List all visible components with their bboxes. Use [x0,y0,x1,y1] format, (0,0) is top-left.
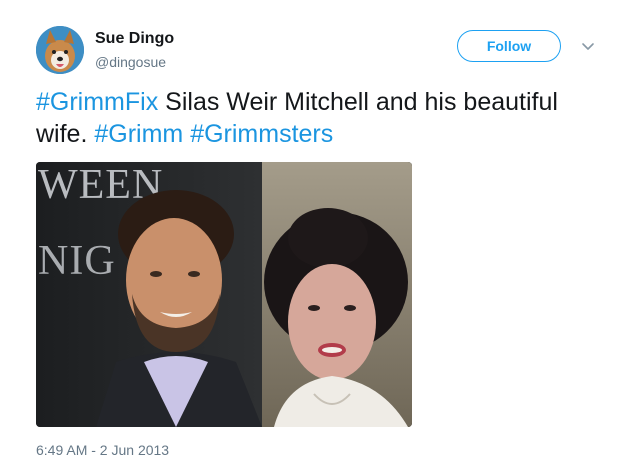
poster-lettering: NIG [38,238,116,284]
chevron-down-icon[interactable] [580,38,596,54]
tweet-photo[interactable]: WEEN NIG [36,162,412,427]
hashtag-link[interactable]: #GrimmFix [36,88,158,116]
tweet-header: Sue Dingo @dingosue Follow [36,24,602,76]
hashtag-link[interactable]: #Grimm [94,120,183,148]
user-handle[interactable]: @dingosue [95,54,166,70]
tweet-text: #GrimmFix Silas Weir Mitchell and his be… [36,86,596,150]
avatar[interactable] [36,26,84,74]
tweet-card: Sue Dingo @dingosue Follow #GrimmFix Sil… [0,0,634,466]
follow-button[interactable]: Follow [457,30,561,62]
dog-avatar-icon [36,26,84,74]
hashtag-link[interactable]: #Grimmsters [190,120,333,148]
user-display-name[interactable]: Sue Dingo [95,30,174,48]
tweet-timestamp[interactable]: 6:49 AM - 2 Jun 2013 [36,442,169,458]
photo-image: WEEN NIG [36,162,412,427]
